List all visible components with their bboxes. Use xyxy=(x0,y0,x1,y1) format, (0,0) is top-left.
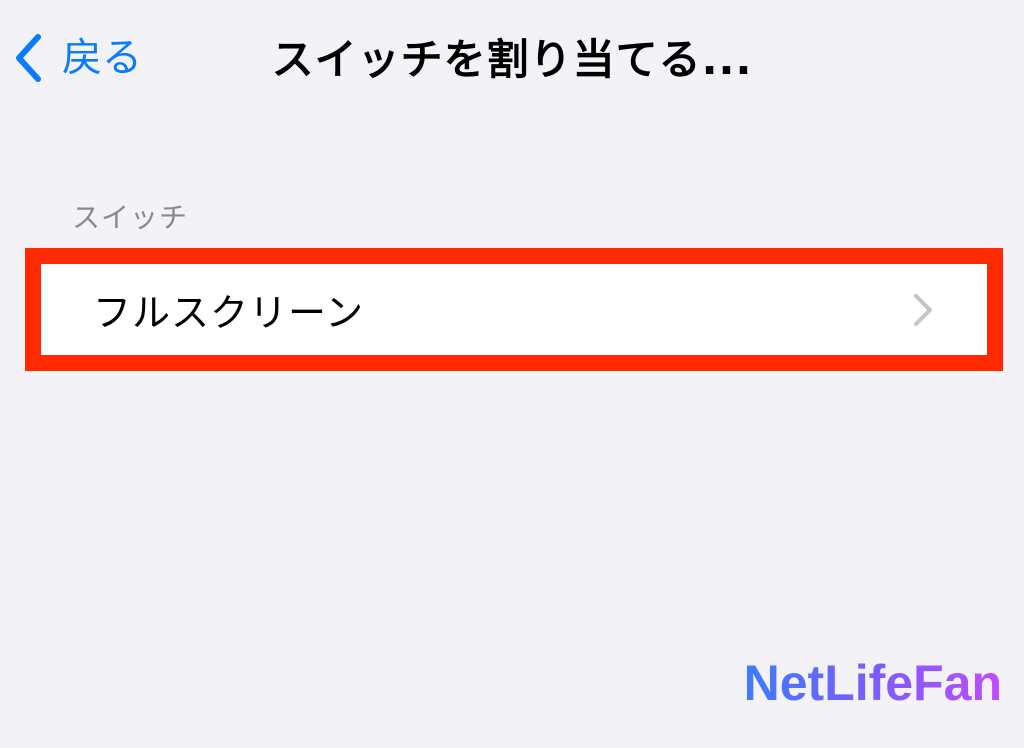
chevron-right-icon xyxy=(911,292,935,328)
highlight-box: フルスクリーン xyxy=(25,248,1003,371)
navigation-bar: 戻る スイッチを割り当てる... xyxy=(0,0,1024,120)
page-title: スイッチを割り当てる... xyxy=(271,35,753,84)
section-header: スイッチ xyxy=(72,201,189,234)
watermark-logo: NetLifeFan xyxy=(743,655,1002,711)
list-item-fullscreen[interactable]: フルスクリーン xyxy=(57,280,971,339)
list-item-label: フルスクリーン xyxy=(93,291,365,335)
